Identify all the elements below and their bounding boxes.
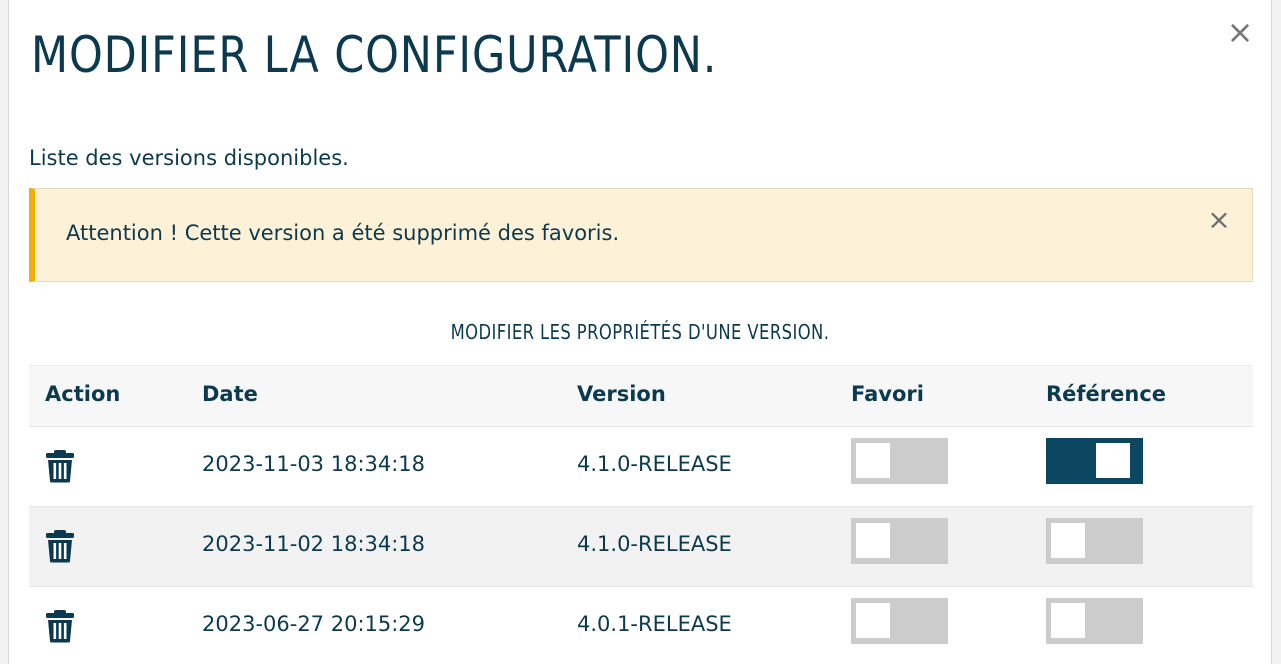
toggle-knob	[856, 443, 890, 478]
row-version: 4.1.0-RELEASE	[577, 452, 732, 476]
background-page-edge-right	[1271, 0, 1281, 664]
toggle-knob	[1096, 443, 1130, 478]
section-title: MODIFIER LES PROPRIÉTÉS D'UNE VERSION.	[9, 320, 1270, 344]
trash-icon[interactable]	[45, 609, 75, 643]
toggle-knob	[1051, 603, 1085, 638]
background-page-edge-left	[0, 0, 9, 664]
section-title-text: MODIFIER LES PROPRIÉTÉS D'UNE VERSION.	[450, 320, 829, 344]
toggle-knob	[856, 523, 890, 558]
trash-icon[interactable]	[45, 449, 75, 483]
reference-toggle[interactable]	[1046, 598, 1143, 644]
row-date: 2023-06-27 20:15:29	[202, 612, 426, 636]
row-date: 2023-11-02 18:34:18	[202, 532, 426, 556]
toggle-knob	[856, 603, 890, 638]
table-row: 2023-06-27 20:15:29 4.0.1-RELEASE	[29, 586, 1253, 666]
header-favori: Favori	[851, 382, 924, 406]
warning-alert: Attention ! Cette version a été supprimé…	[29, 188, 1253, 282]
reference-toggle[interactable]	[1046, 518, 1143, 564]
row-date: 2023-11-03 18:34:18	[202, 452, 426, 476]
modal-close-button[interactable]: ×	[1222, 14, 1258, 50]
trash-icon[interactable]	[45, 529, 75, 563]
row-version: 4.0.1-RELEASE	[577, 612, 732, 636]
reference-toggle[interactable]	[1046, 438, 1143, 484]
modal-title: MODIFIER LA CONFIGURATION.	[31, 26, 718, 84]
alert-close-button[interactable]: ×	[1202, 203, 1236, 237]
row-version: 4.1.0-RELEASE	[577, 532, 732, 556]
table-row: 2023-11-03 18:34:18 4.1.0-RELEASE	[29, 426, 1253, 506]
header-version: Version	[577, 382, 666, 406]
versions-subtitle: Liste des versions disponibles.	[29, 146, 349, 170]
header-action: Action	[45, 382, 121, 406]
configuration-modal: MODIFIER LA CONFIGURATION. × Liste des v…	[9, 0, 1270, 666]
table-row: 2023-11-02 18:34:18 4.1.0-RELEASE	[29, 506, 1253, 586]
table-header: Action Date Version Favori Référence	[29, 365, 1253, 426]
alert-message: Attention ! Cette version a été supprimé…	[66, 221, 620, 245]
favori-toggle[interactable]	[851, 518, 948, 564]
versions-table: Action Date Version Favori Référence 202…	[29, 365, 1253, 666]
favori-toggle[interactable]	[851, 438, 948, 484]
favori-toggle[interactable]	[851, 598, 948, 644]
toggle-knob	[1051, 523, 1085, 558]
header-date: Date	[202, 382, 258, 406]
header-reference: Référence	[1046, 382, 1167, 406]
